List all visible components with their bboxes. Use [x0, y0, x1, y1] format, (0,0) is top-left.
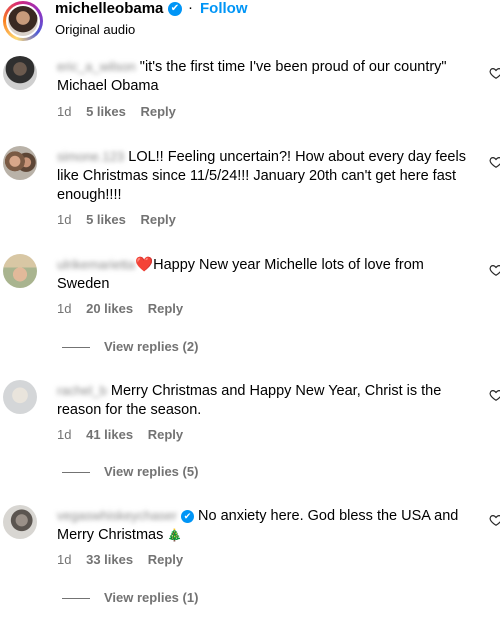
commenter-avatar[interactable]: [3, 146, 37, 180]
reply-button[interactable]: Reply: [140, 104, 175, 119]
commenter-username[interactable]: ulrikemarietta: [57, 255, 135, 274]
view-replies-button[interactable]: View replies (5): [62, 464, 198, 479]
like-heart-icon[interactable]: [489, 388, 500, 402]
heart-emoji: ❤️: [135, 257, 154, 273]
follow-button[interactable]: Follow: [200, 0, 248, 17]
comment-likes[interactable]: 5 likes: [86, 212, 126, 227]
like-heart-icon[interactable]: [489, 66, 500, 80]
post-username[interactable]: michelleobama: [55, 0, 163, 17]
comment-meta: 1d 5 likes Reply: [57, 212, 187, 227]
comment-meta: 1d 41 likes Reply: [57, 427, 194, 442]
comment-time: 1d: [57, 427, 72, 442]
comment-time: 1d: [57, 552, 72, 567]
reply-button[interactable]: Reply: [148, 301, 183, 316]
christmas-tree-emoji: 🎄: [167, 528, 183, 542]
commenter-username[interactable]: eric_a_wilson: [57, 57, 136, 76]
comment-text: Merry Christmas and Happy New Year, Chri…: [57, 383, 442, 418]
replies-divider: [62, 472, 90, 474]
like-heart-icon[interactable]: [489, 155, 500, 169]
commenter-username[interactable]: vegaswhiskeychaser: [57, 506, 177, 525]
comment-meta: 1d 5 likes Reply: [57, 104, 187, 119]
view-replies-button[interactable]: View replies (1): [62, 590, 198, 605]
comment-likes[interactable]: 41 likes: [86, 427, 133, 442]
comment-meta: 1d 33 likes Reply: [57, 552, 194, 567]
commenter-avatar[interactable]: [3, 505, 37, 539]
reply-button[interactable]: Reply: [148, 427, 183, 442]
verified-badge-icon: ✔: [180, 510, 194, 523]
commenter-username[interactable]: rachel_b: [57, 381, 107, 400]
comment-time: 1d: [57, 104, 72, 119]
view-replies-label[interactable]: View replies (2): [104, 339, 198, 354]
commenter-username[interactable]: simone.123: [57, 147, 124, 166]
separator-dot: ·: [188, 0, 193, 16]
comment-likes[interactable]: 33 likes: [86, 552, 133, 567]
comment-time: 1d: [57, 301, 72, 316]
replies-divider: [62, 347, 90, 349]
commenter-avatar[interactable]: [3, 254, 37, 288]
comment-body: ulrikemarietta❤️Happy New year Michelle …: [57, 255, 477, 294]
comment-likes[interactable]: 5 likes: [86, 104, 126, 119]
view-replies-label[interactable]: View replies (5): [104, 464, 198, 479]
commenter-avatar[interactable]: [3, 56, 37, 90]
commenter-avatar[interactable]: [3, 380, 37, 414]
view-replies-button[interactable]: View replies (2): [62, 339, 198, 354]
comment-time: 1d: [57, 212, 72, 227]
reply-button[interactable]: Reply: [140, 212, 175, 227]
like-heart-icon[interactable]: [489, 263, 500, 277]
comment-meta: 1d 20 likes Reply: [57, 301, 194, 316]
comment-likes[interactable]: 20 likes: [86, 301, 133, 316]
post-header: michelleobama ✔ · Follow Original audio: [0, 0, 500, 44]
view-replies-label[interactable]: View replies (1): [104, 590, 198, 605]
reply-button[interactable]: Reply: [148, 552, 183, 567]
original-audio-link[interactable]: Original audio: [55, 22, 135, 37]
comment-body: rachel_b Merry Christmas and Happy New Y…: [57, 381, 477, 420]
profile-avatar[interactable]: [3, 1, 43, 41]
comment-body: vegaswhiskeychaser ✔ No anxiety here. Go…: [57, 506, 477, 545]
comment-body: eric_a_wilson "it's the first time I've …: [57, 57, 477, 96]
verified-badge-icon: ✔: [168, 2, 182, 16]
comment-body: simone.123 LOL!! Feeling uncertain?! How…: [57, 147, 477, 205]
replies-divider: [62, 598, 90, 600]
like-heart-icon[interactable]: [489, 513, 500, 527]
